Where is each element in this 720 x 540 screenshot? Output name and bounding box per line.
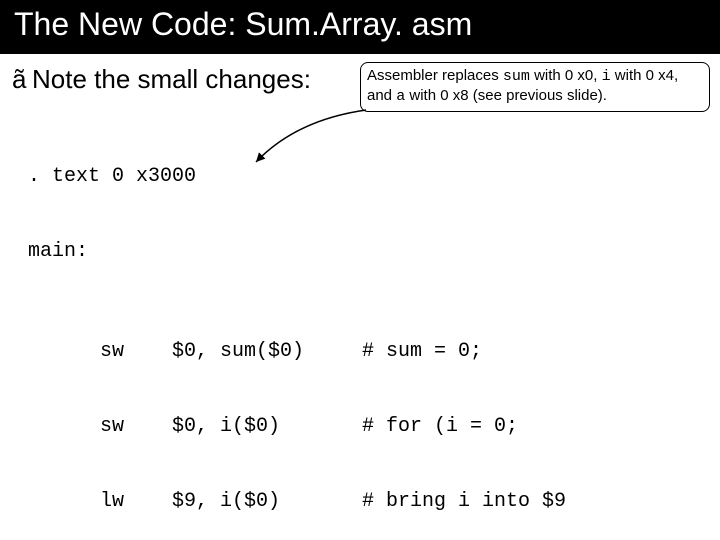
mnemonic: lw <box>28 489 172 514</box>
comment: # for (i = 0; <box>332 414 518 439</box>
note-code-a: a <box>396 88 405 105</box>
table-row: sw $0, sum($0) # sum = 0; <box>28 339 698 364</box>
note-code-sum: sum <box>503 68 530 85</box>
comment: # bring i into $9 <box>332 489 566 514</box>
code-listing: . text 0 x3000 main: sw $0, sum($0) # su… <box>28 114 698 540</box>
bullet-text: Note the small changes: <box>32 64 311 94</box>
slide: The New Code: Sum.Array. asm ãNote the s… <box>0 0 720 540</box>
note-code-i: i <box>602 68 611 85</box>
arguments: $0, i($0) <box>172 414 332 439</box>
bullet-mark: ã <box>12 64 32 95</box>
mnemonic: sw <box>28 414 172 439</box>
directive-line: . text 0 x3000 <box>28 164 698 189</box>
arguments: $0, sum($0) <box>172 339 332 364</box>
slide-title: The New Code: Sum.Array. asm <box>0 0 720 54</box>
arguments: $9, i($0) <box>172 489 332 514</box>
note-mid1: with 0 x0, <box>530 67 602 84</box>
note-suffix: with 0 x8 (see previous slide). <box>405 87 607 104</box>
table-row: sw $0, i($0) # for (i = 0; <box>28 414 698 439</box>
note-prefix: Assembler replaces <box>367 67 503 84</box>
table-row: lw $9, i($0) # bring i into $9 <box>28 489 698 514</box>
label-main: main: <box>28 239 698 264</box>
assembler-note: Assembler replaces sum with 0 x0, i with… <box>360 62 710 112</box>
mnemonic: sw <box>28 339 172 364</box>
comment: # sum = 0; <box>332 339 482 364</box>
